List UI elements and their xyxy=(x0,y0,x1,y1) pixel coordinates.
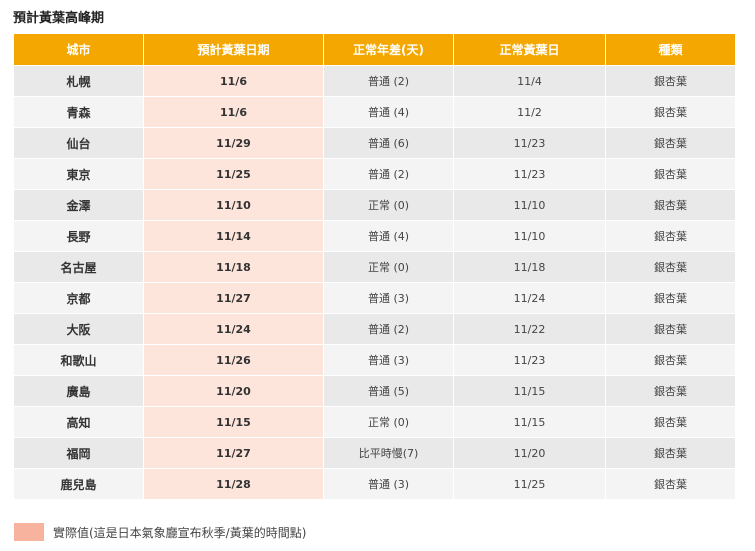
city-cell: 高知 xyxy=(13,406,144,438)
kind-cell: 銀杏葉 xyxy=(605,65,736,97)
predicted-date-cell: 11/27 xyxy=(143,437,324,469)
predicted-date-cell: 11/28 xyxy=(143,468,324,500)
table-row: 札幌 11/6 普通 (2) 11/4 銀杏葉 xyxy=(13,65,736,97)
normal-date-cell: 11/25 xyxy=(453,468,606,500)
kind-cell: 銀杏葉 xyxy=(605,189,736,221)
legend-text: 實際值(這是日本氣象廳宣布秋季/黃葉的時間點) xyxy=(53,525,307,540)
predicted-date-cell: 11/6 xyxy=(143,96,324,128)
city-cell: 和歌山 xyxy=(13,344,144,376)
header-city: 城市 xyxy=(13,33,144,66)
city-cell: 京都 xyxy=(13,282,144,314)
normal-date-cell: 11/20 xyxy=(453,437,606,469)
normal-diff-cell: 普通 (6) xyxy=(323,127,454,159)
table-row: 名古屋 11/18 正常 (0) 11/18 銀杏葉 xyxy=(13,251,736,283)
normal-date-cell: 11/22 xyxy=(453,313,606,345)
table-row: 鹿兒島 11/28 普通 (3) 11/25 銀杏葉 xyxy=(13,468,736,500)
city-cell: 福岡 xyxy=(13,437,144,469)
table-row: 仙台 11/29 普通 (6) 11/23 銀杏葉 xyxy=(13,127,736,159)
normal-diff-cell: 正常 (0) xyxy=(323,406,454,438)
predicted-date-cell: 11/14 xyxy=(143,220,324,252)
kind-cell: 銀杏葉 xyxy=(605,127,736,159)
table-row: 青森 11/6 普通 (4) 11/2 銀杏葉 xyxy=(13,96,736,128)
table-header-row: 城市 預計黃葉日期 正常年差(天) 正常黃葉日 種類 xyxy=(13,33,736,66)
table-row: 高知 11/15 正常 (0) 11/15 銀杏葉 xyxy=(13,406,736,438)
kind-cell: 銀杏葉 xyxy=(605,406,736,438)
normal-date-cell: 11/10 xyxy=(453,189,606,221)
header-kind: 種類 xyxy=(605,33,736,66)
normal-date-cell: 11/23 xyxy=(453,158,606,190)
table-row: 大阪 11/24 普通 (2) 11/22 銀杏葉 xyxy=(13,313,736,345)
city-cell: 仙台 xyxy=(13,127,144,159)
predicted-date-cell: 11/10 xyxy=(143,189,324,221)
table-row: 東京 11/25 普通 (2) 11/23 銀杏葉 xyxy=(13,158,736,190)
kind-cell: 銀杏葉 xyxy=(605,96,736,128)
normal-date-cell: 11/24 xyxy=(453,282,606,314)
normal-diff-cell: 普通 (3) xyxy=(323,344,454,376)
header-predicted-date: 預計黃葉日期 xyxy=(143,33,324,66)
table-row: 福岡 11/27 比平時慢(7) 11/20 銀杏葉 xyxy=(13,437,736,469)
kind-cell: 銀杏葉 xyxy=(605,313,736,345)
header-normal-date: 正常黃葉日 xyxy=(453,33,606,66)
legend-swatch xyxy=(14,523,44,541)
city-cell: 大阪 xyxy=(13,313,144,345)
table-row: 和歌山 11/26 普通 (3) 11/23 銀杏葉 xyxy=(13,344,736,376)
normal-date-cell: 11/23 xyxy=(453,344,606,376)
city-cell: 札幌 xyxy=(13,65,144,97)
table-row: 長野 11/14 普通 (4) 11/10 銀杏葉 xyxy=(13,220,736,252)
normal-diff-cell: 正常 (0) xyxy=(323,251,454,283)
normal-date-cell: 11/10 xyxy=(453,220,606,252)
city-cell: 金澤 xyxy=(13,189,144,221)
predicted-date-cell: 11/29 xyxy=(143,127,324,159)
predicted-date-cell: 11/25 xyxy=(143,158,324,190)
normal-diff-cell: 普通 (3) xyxy=(323,282,454,314)
kind-cell: 銀杏葉 xyxy=(605,437,736,469)
legend: 實際值(這是日本氣象廳宣布秋季/黃葉的時間點) xyxy=(14,523,306,541)
normal-date-cell: 11/4 xyxy=(453,65,606,97)
predicted-date-cell: 11/24 xyxy=(143,313,324,345)
predicted-date-cell: 11/15 xyxy=(143,406,324,438)
city-cell: 鹿兒島 xyxy=(13,468,144,500)
normal-date-cell: 11/2 xyxy=(453,96,606,128)
table-row: 京都 11/27 普通 (3) 11/24 銀杏葉 xyxy=(13,282,736,314)
predicted-date-cell: 11/18 xyxy=(143,251,324,283)
normal-diff-cell: 普通 (5) xyxy=(323,375,454,407)
kind-cell: 銀杏葉 xyxy=(605,344,736,376)
predicted-date-cell: 11/20 xyxy=(143,375,324,407)
normal-diff-cell: 比平時慢(7) xyxy=(323,437,454,469)
normal-diff-cell: 正常 (0) xyxy=(323,189,454,221)
predicted-date-cell: 11/27 xyxy=(143,282,324,314)
normal-diff-cell: 普通 (2) xyxy=(323,65,454,97)
foliage-table: 城市 預計黃葉日期 正常年差(天) 正常黃葉日 種類 札幌 11/6 普通 (2) 1… xyxy=(13,33,736,500)
normal-date-cell: 11/15 xyxy=(453,375,606,407)
predicted-date-cell: 11/6 xyxy=(143,65,324,97)
table-row: 廣島 11/20 普通 (5) 11/15 銀杏葉 xyxy=(13,375,736,407)
kind-cell: 銀杏葉 xyxy=(605,251,736,283)
table-row: 金澤 11/10 正常 (0) 11/10 銀杏葉 xyxy=(13,189,736,221)
header-normal-diff: 正常年差(天) xyxy=(323,33,454,66)
normal-diff-cell: 普通 (3) xyxy=(323,468,454,500)
page-title: 預計黃葉高峰期 xyxy=(13,11,105,26)
kind-cell: 銀杏葉 xyxy=(605,282,736,314)
city-cell: 青森 xyxy=(13,96,144,128)
normal-date-cell: 11/18 xyxy=(453,251,606,283)
normal-diff-cell: 普通 (2) xyxy=(323,158,454,190)
normal-date-cell: 11/15 xyxy=(453,406,606,438)
normal-diff-cell: 普通 (4) xyxy=(323,220,454,252)
kind-cell: 銀杏葉 xyxy=(605,375,736,407)
normal-diff-cell: 普通 (4) xyxy=(323,96,454,128)
city-cell: 長野 xyxy=(13,220,144,252)
kind-cell: 銀杏葉 xyxy=(605,220,736,252)
predicted-date-cell: 11/26 xyxy=(143,344,324,376)
normal-diff-cell: 普通 (2) xyxy=(323,313,454,345)
city-cell: 東京 xyxy=(13,158,144,190)
kind-cell: 銀杏葉 xyxy=(605,468,736,500)
city-cell: 廣島 xyxy=(13,375,144,407)
city-cell: 名古屋 xyxy=(13,251,144,283)
normal-date-cell: 11/23 xyxy=(453,127,606,159)
kind-cell: 銀杏葉 xyxy=(605,158,736,190)
